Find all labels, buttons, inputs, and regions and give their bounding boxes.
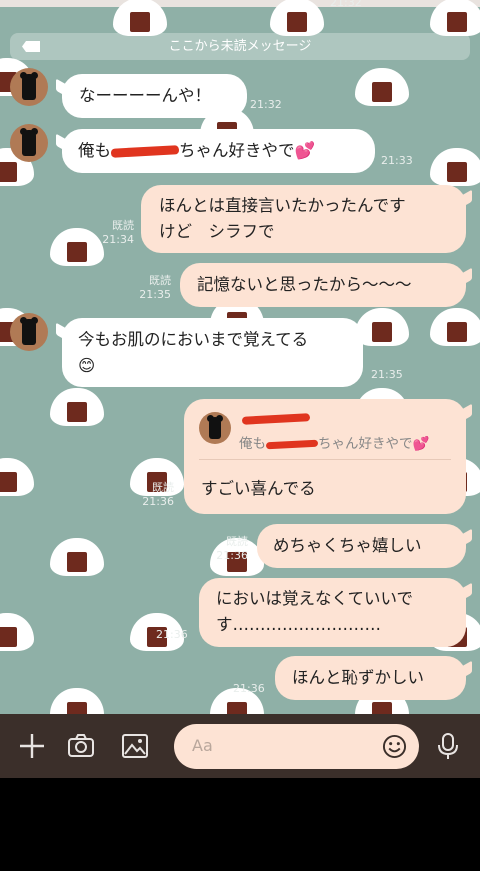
message-input-placeholder: Aa: [192, 736, 213, 755]
message-text-line: す………………………: [216, 615, 381, 634]
onigiri-pattern: [0, 450, 34, 496]
redacted-quoted-name: [241, 413, 311, 425]
read-receipt: 既読 21:34: [102, 219, 134, 246]
message-bubble-sent[interactable]: においは覚えなくていいで す………………………: [199, 578, 472, 647]
redacted-name: [110, 145, 180, 158]
onigiri-pattern: [430, 140, 480, 186]
quoted-message: 俺も ちゃん好きやで💕: [239, 436, 430, 452]
read-receipt: 既読 21:36: [142, 481, 174, 508]
onigiri-pattern: [270, 0, 324, 36]
onigiri-pattern: [113, 0, 167, 36]
message-bubble-sent-reply[interactable]: 俺も ちゃん好きやで💕 すごい喜んでる: [184, 399, 472, 514]
onigiri-pattern: [355, 60, 409, 106]
top-time: 21:32: [330, 0, 362, 9]
image-icon[interactable]: [121, 732, 149, 760]
camera-icon[interactable]: [67, 732, 95, 760]
message-bubble-received[interactable]: 俺も ちゃん好きやで💕: [56, 129, 375, 173]
emoji-icon[interactable]: [382, 734, 407, 759]
quote-divider: [199, 459, 451, 460]
message-bubble-received[interactable]: 今もお肌のにおいまで覚えてる 😊: [56, 318, 363, 387]
message-text: めちゃくちゃ嬉しい: [273, 536, 422, 555]
message-time: 21:35: [371, 368, 403, 381]
message-text-pre: 俺も: [78, 141, 111, 160]
status-strip: [0, 0, 480, 7]
smile-emoji: 😊: [78, 356, 96, 375]
heart-emoji: 💕: [294, 141, 316, 160]
onigiri-pattern: [430, 0, 480, 36]
message-text: すごい喜んでる: [201, 479, 316, 498]
message-bubble-sent[interactable]: めちゃくちゃ嬉しい: [257, 524, 472, 568]
unread-divider[interactable]: ここから未読メッセージ: [10, 33, 470, 60]
message-input[interactable]: Aa: [174, 724, 419, 769]
message-text: なーーーーんや！: [79, 86, 211, 105]
onigiri-pattern: [0, 605, 34, 651]
plus-icon[interactable]: [18, 732, 46, 760]
redacted-name: [265, 439, 319, 449]
message-text-line: においは覚えなくていいで: [216, 589, 414, 608]
message-time: 21:33: [381, 154, 413, 167]
quoted-avatar: [199, 412, 231, 444]
message-time: 21:36: [156, 628, 188, 641]
tag-icon: [22, 41, 40, 52]
message-time: 21:36: [233, 682, 265, 695]
onigiri-pattern: [50, 220, 104, 266]
chat-screen: 21:32 ここから未読メッセージ なーーーーんや！ 21:32 俺も ちゃん好き…: [0, 0, 480, 778]
read-receipt: 既読 21:36: [216, 535, 248, 562]
message-text-line: けど シラフで: [159, 222, 275, 241]
message-time: 21:32: [250, 98, 282, 111]
message-bubble-received[interactable]: なーーーーんや！: [56, 74, 247, 118]
message-text: ほんと恥ずかしい: [292, 668, 424, 687]
message-text-post: ちゃん好きやで: [179, 141, 295, 160]
read-receipt: 既読 21:35: [139, 274, 171, 301]
message-text-line: ほんとは直接言いたかったんです: [159, 196, 406, 215]
avatar[interactable]: [10, 313, 48, 351]
avatar[interactable]: [10, 124, 48, 162]
bottom-black-area: [0, 778, 480, 871]
message-bubble-sent[interactable]: 記憶ないと思ったから〜〜〜: [180, 263, 472, 307]
message-input-bar: Aa: [0, 714, 480, 778]
message-bubble-sent[interactable]: ほんと恥ずかしい: [275, 656, 472, 700]
message-bubble-sent[interactable]: ほんとは直接言いたかったんです けど シラフで: [141, 185, 472, 253]
microphone-icon[interactable]: [434, 732, 462, 760]
message-text: 今もお肌のにおいまで覚えてる: [78, 330, 309, 349]
avatar[interactable]: [10, 68, 48, 106]
message-text: 記憶ないと思ったから〜〜〜: [197, 275, 412, 294]
onigiri-pattern: [50, 530, 104, 576]
unread-divider-label: ここから未読メッセージ: [168, 39, 312, 54]
